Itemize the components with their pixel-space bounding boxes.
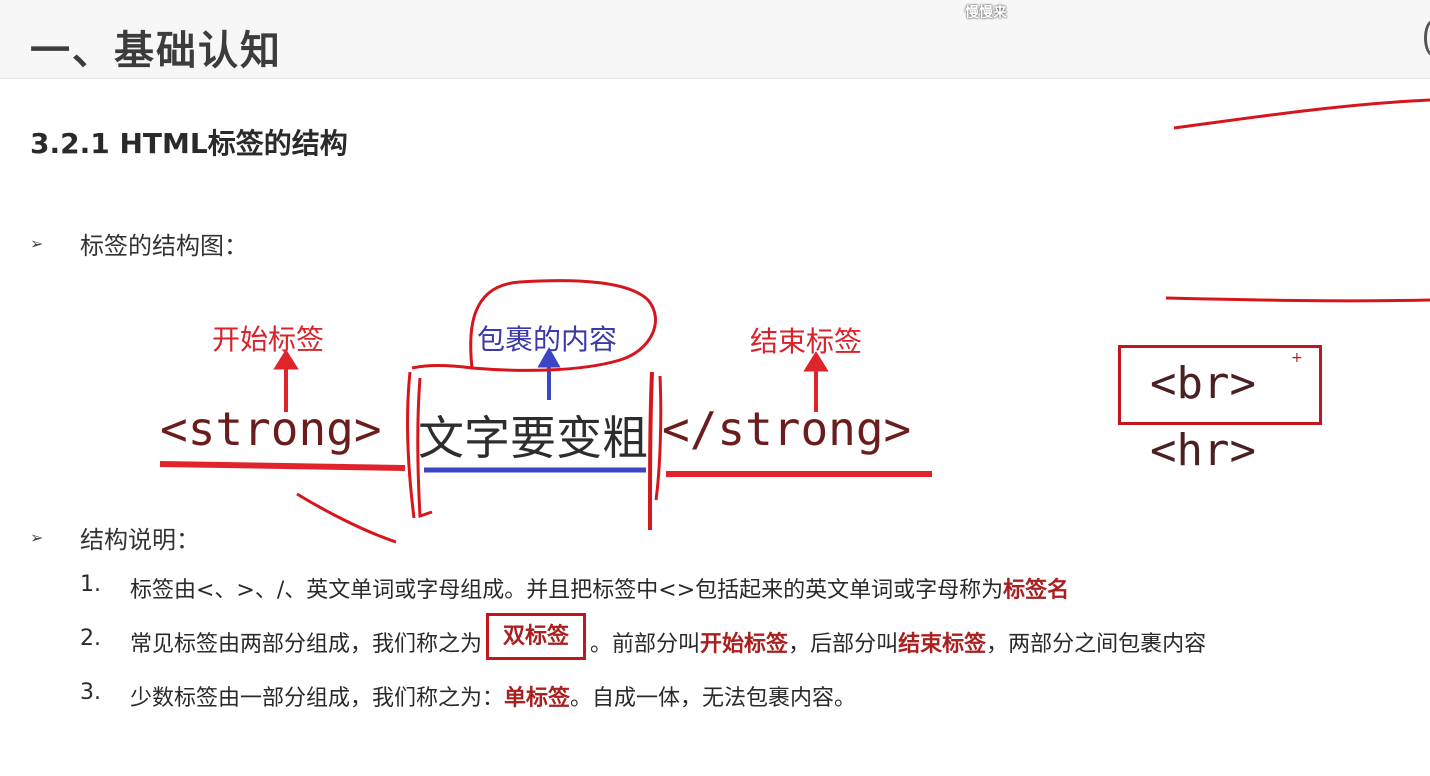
list-text-part: ，后部分叫	[788, 632, 899, 657]
highlight-close-tag: 结束标签	[898, 632, 987, 657]
highlight-open-tag: 开始标签	[700, 632, 789, 657]
ink-stroke-mid-right	[1165, 296, 1430, 303]
list-text-part: 。自成一体，无法包裹内容。	[570, 686, 857, 711]
highlight-single-tag: 单标签	[504, 686, 571, 711]
list-text-part: 。前部分叫	[590, 632, 701, 657]
list-item: 2. 常见标签由两部分组成，我们称之为 双标签 。前部分叫开始标签，后部分叫结束标签…	[80, 613, 1207, 680]
list-item: 3. 少数标签由一部分组成，我们称之为：单标签。自成一体，无法包裹内容。	[80, 680, 1206, 734]
list-text-part: 常见标签由两部分组成，我们称之为	[130, 632, 483, 657]
list-text-part: 标签由<、>、/、英文单词或字母组成。并且把标签中<>包括起来的英文单词或字母称…	[130, 578, 1004, 603]
list-item: 1. 标签由<、>、/、英文单词或字母组成。并且把标签中<>包括起来的英文单词或…	[80, 572, 1206, 626]
ink-squiggle	[296, 492, 397, 544]
right-bracket-1	[648, 371, 654, 531]
open-arrow-head	[273, 349, 299, 370]
list-text-part: ，两部分之间包裹内容	[986, 632, 1207, 657]
list-text: 常见标签由两部分组成，我们称之为 双标签 。前部分叫开始标签，后部分叫结束标签，两部…	[130, 613, 1207, 660]
structure-explanation-list: 1. 标签由<、>、/、英文单词或字母组成。并且把标签中<>包括起来的英文单词或…	[80, 572, 1206, 734]
left-bracket-2	[416, 377, 433, 519]
list-text: 少数标签由一部分组成，我们称之为：单标签。自成一体，无法包裹内容。	[130, 680, 856, 712]
list-text: 标签由<、>、/、英文单词或字母组成。并且把标签中<>包括起来的英文单词或字母称…	[130, 572, 1069, 604]
bullet-arrow-icon: ➢	[30, 528, 44, 547]
list-number: 2.	[80, 626, 101, 651]
bullet-structure-explain: ➢ 结构说明：	[30, 520, 200, 555]
bullet-text: 结构说明：	[80, 526, 200, 554]
list-number: 3.	[80, 680, 101, 705]
close-arrow-head	[803, 351, 829, 372]
ink-stroke-top-right	[1173, 98, 1430, 130]
list-number: 1.	[80, 572, 101, 597]
content-arrow-head	[537, 346, 561, 368]
content-label-circle	[411, 279, 657, 372]
right-bracket-2	[654, 375, 663, 501]
list-text-part: 少数标签由一部分组成，我们称之为：	[130, 686, 505, 711]
open-tag-underline	[159, 461, 406, 471]
highlight-double-tag: 双标签	[486, 613, 587, 660]
left-bracket-1	[405, 371, 416, 519]
highlight-tag-name: 标签名	[1003, 578, 1070, 603]
